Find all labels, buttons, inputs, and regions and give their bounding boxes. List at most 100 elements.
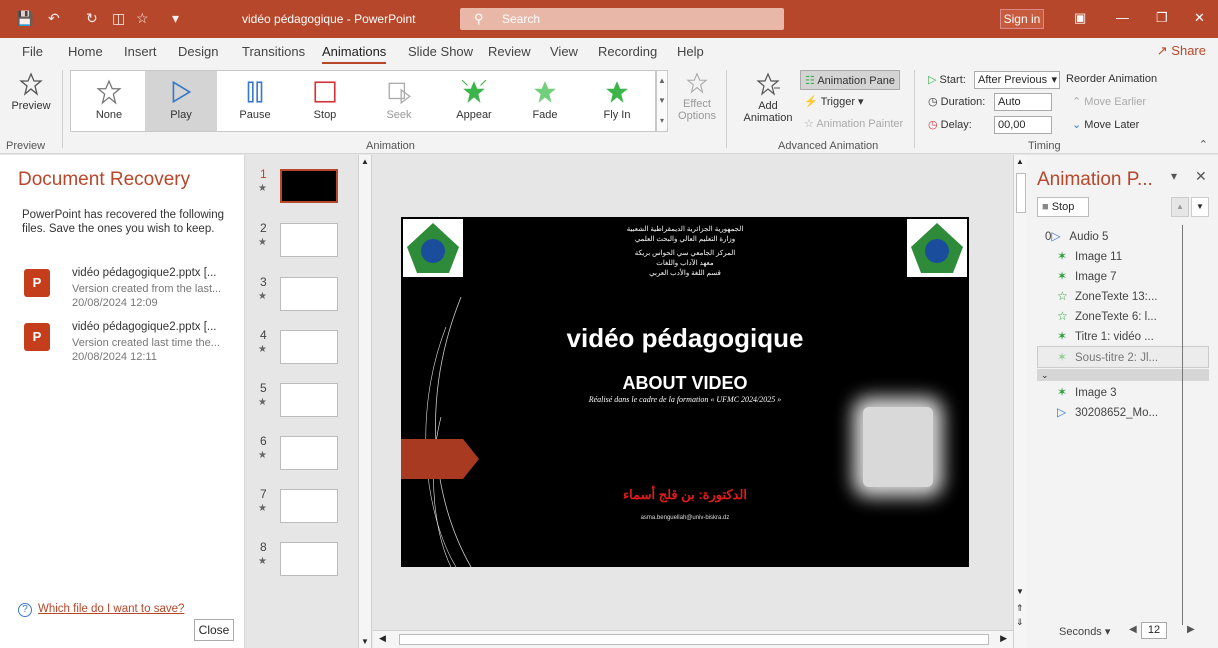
tab-file[interactable]: File [22, 44, 43, 59]
animation-item[interactable]: 0▷ Audio 5 [1045, 229, 1108, 243]
close-icon[interactable]: ✕ [1194, 10, 1205, 26]
tab-home[interactable]: Home [68, 44, 103, 59]
which-file-link[interactable]: ? Which file do I want to save? [18, 603, 184, 617]
zoom-in-icon[interactable]: ▶ [1187, 624, 1195, 635]
animation-item[interactable]: ✶ Image 3 [1057, 385, 1117, 399]
preview-button[interactable]: Preview [8, 72, 54, 112]
previous-slide-icon[interactable]: ⇑ [1016, 603, 1024, 614]
tab-insert[interactable]: Insert [124, 44, 157, 59]
qat-dropdown-icon[interactable]: ▾ [172, 10, 179, 27]
effect-options-button[interactable]: Effect Options [674, 72, 720, 122]
collapse-ribbon-icon[interactable]: ⌃ [1199, 138, 1208, 151]
move-later-button[interactable]: ⌄ Move Later [1072, 118, 1139, 131]
anim-pause[interactable]: Pause [231, 79, 279, 121]
minimize-icon[interactable]: — [1116, 10, 1129, 25]
anim-pause-label: Pause [239, 109, 271, 121]
anim-appear[interactable]: Appear [449, 79, 499, 121]
anim-fly-in[interactable]: Fly In [593, 79, 641, 121]
current-slide[interactable]: الجمهورية الجزائرية الديمقراطية الشعبية … [401, 217, 969, 567]
animation-item[interactable]: ☆ ZoneTexte 6: l... [1057, 309, 1157, 323]
anim-none[interactable]: None [85, 79, 133, 121]
animation-item[interactable]: ✶ Image 11 [1057, 249, 1122, 263]
sign-in-button[interactable]: Sign in [1000, 9, 1044, 29]
animation-pane-button[interactable]: ☷ Animation Pane [800, 70, 900, 90]
gallery-scroll[interactable]: ▲ ▼ ▾ [656, 70, 668, 132]
restore-icon[interactable]: ❐ [1156, 10, 1168, 26]
present-icon[interactable]: ◫ [112, 10, 125, 27]
recovered-file-2[interactable]: P vidéo pédagogique2.pptx [... Version c… [22, 321, 242, 371]
horizontal-scroll-thumb[interactable] [399, 634, 989, 645]
recovery-close-button[interactable]: Close [194, 619, 234, 641]
seconds-dropdown[interactable]: Seconds ▾ [1059, 625, 1110, 638]
horizontal-scrollbar[interactable]: ◀ ▶ [373, 630, 1013, 648]
seconds-zoom-value[interactable]: 12 [1141, 622, 1167, 639]
tab-design[interactable]: Design [178, 44, 218, 59]
redo-icon[interactable]: ↻ [86, 10, 98, 27]
pane-options-icon[interactable]: ▾ [1171, 169, 1177, 183]
slide-scrollbar[interactable]: ▲ ▼ ⇑ ⇓ [1013, 155, 1027, 648]
expand-chevron-icon[interactable]: ⌄ [1037, 369, 1209, 381]
tab-view[interactable]: View [550, 44, 578, 59]
start-row: ▷ Start: [928, 73, 966, 86]
scroll-left-icon[interactable]: ◀ [379, 633, 386, 644]
tab-help[interactable]: Help [677, 44, 704, 59]
stop-button[interactable]: ■ Stop [1037, 197, 1089, 217]
anim-stop[interactable]: Stop [301, 79, 349, 121]
next-slide-icon[interactable]: ⇓ [1016, 617, 1024, 628]
scroll-down-icon[interactable]: ▼ [361, 637, 369, 646]
slide-thumbnail-7[interactable] [280, 489, 338, 523]
tab-animations[interactable]: Animations [322, 44, 387, 65]
ribbon-display-icon[interactable]: ▣ [1074, 10, 1086, 26]
vertical-scroll-thumb[interactable] [1016, 173, 1026, 213]
animation-item[interactable]: ✶ Image 7 [1057, 269, 1117, 283]
slide-thumbnail-6[interactable] [280, 436, 338, 470]
animation-star-icon: ★ [258, 183, 267, 194]
slide-thumbnail-5[interactable] [280, 383, 338, 417]
move-earlier-button[interactable]: ⌃ Move Earlier [1072, 95, 1146, 108]
thumbnails-scrollbar[interactable]: ▲ ▼ [358, 155, 372, 648]
share-button[interactable]: ↗ Share [1157, 43, 1206, 59]
scroll-up-icon[interactable]: ▲ [361, 157, 369, 166]
search-box[interactable]: ⚲ Search [460, 8, 784, 30]
video-placeholder[interactable] [863, 407, 933, 487]
recovered-file-1[interactable]: P vidéo pédagogique2.pptx [... Version c… [22, 267, 242, 317]
animation-item[interactable]: ▷ 30208652_Mo... [1057, 405, 1158, 419]
zoom-out-icon[interactable]: ◀ [1129, 624, 1137, 635]
duration-input[interactable]: Auto [994, 93, 1052, 111]
play-icon: ▷ [1057, 405, 1067, 419]
scroll-right-icon[interactable]: ▶ [1000, 633, 1007, 644]
add-animation-button[interactable]: Add Animation [736, 72, 800, 124]
tab-review[interactable]: Review [488, 44, 531, 59]
animation-item[interactable]: ✶ Sous-titre 2: Jl... [1057, 350, 1158, 364]
customize-icon[interactable]: ☆ [136, 10, 149, 27]
undo-icon[interactable]: ↶ [48, 10, 60, 27]
file-time: 20/08/2024 12:11 [72, 351, 157, 363]
slide-thumbnail-3[interactable] [280, 277, 338, 311]
scroll-down-icon[interactable]: ▼ [1016, 587, 1024, 596]
tab-transitions[interactable]: Transitions [242, 44, 305, 59]
slide-thumbnail-8[interactable] [280, 542, 338, 576]
scroll-up-icon[interactable]: ▲ [1016, 157, 1024, 166]
anim-seek[interactable]: Seek [375, 79, 423, 121]
anim-play[interactable]: Play [145, 71, 217, 131]
animation-item[interactable]: ☆ ZoneTexte 13:... [1057, 289, 1157, 303]
animation-painter-button[interactable]: ☆ Animation Painter [804, 117, 903, 130]
help-icon: ? [18, 603, 32, 617]
close-icon[interactable]: ✕ [1195, 168, 1207, 185]
move-down-button[interactable]: ▼ [1191, 197, 1209, 217]
delay-icon: ◷ [928, 119, 938, 131]
move-up-button[interactable]: ▲ [1171, 197, 1189, 217]
recovery-title: Document Recovery [18, 169, 191, 190]
star-icon: ☆ [1057, 309, 1068, 323]
slide-thumbnail-4[interactable] [280, 330, 338, 364]
trigger-button[interactable]: ⚡ Trigger ▾ [804, 95, 864, 108]
anim-fade[interactable]: Fade [521, 79, 569, 121]
slide-thumbnail-1[interactable] [280, 169, 338, 203]
tab-slide-show[interactable]: Slide Show [408, 44, 473, 59]
start-dropdown[interactable]: After Previous ▾ [974, 71, 1060, 89]
save-icon[interactable]: 💾 [16, 10, 33, 27]
slide-thumbnail-2[interactable] [280, 223, 338, 257]
tab-recording[interactable]: Recording [598, 44, 657, 59]
animation-item[interactable]: ✶ Titre 1: vidéo ... [1057, 329, 1154, 343]
delay-input[interactable]: 00,00 [994, 116, 1052, 134]
